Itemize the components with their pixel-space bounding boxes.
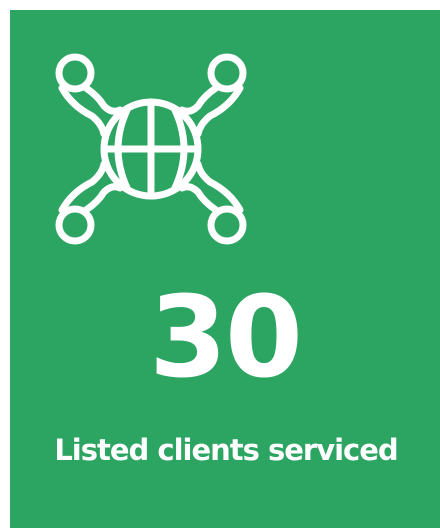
stat-number: 30 <box>149 273 303 403</box>
stat-card: 30 Listed clients serviced <box>10 10 440 528</box>
stat-label: Listed clients serviced <box>54 433 398 467</box>
basketball-team-icon <box>46 44 256 254</box>
